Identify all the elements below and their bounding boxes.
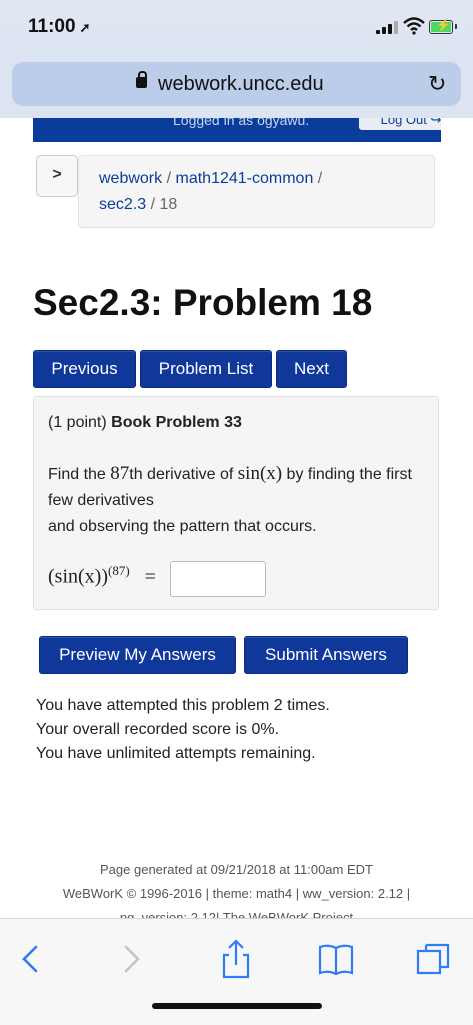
breadcrumb-set[interactable]: sec2.3	[99, 196, 146, 213]
problem-text: Find the 87th derivative of sin(x) by fi…	[48, 463, 412, 535]
problem-list-button[interactable]: Problem List	[140, 350, 272, 388]
page-title: Sec2.3: Problem 18	[33, 282, 373, 323]
problem-box: (1 point) Book Problem 33 Find the 87th …	[33, 396, 439, 610]
breadcrumb-course[interactable]: math1241-common	[176, 170, 314, 187]
problem-header: (1 point) Book Problem 33	[48, 414, 242, 431]
next-button[interactable]: Next	[276, 350, 347, 388]
browser-bar: webwork.uncc.edu ↻	[0, 52, 473, 118]
previous-button[interactable]: Previous	[33, 350, 136, 388]
forward-icon[interactable]	[110, 939, 150, 979]
battery-charging-icon: ⚡	[429, 18, 457, 34]
preview-answers-button[interactable]: Preview My Answers	[39, 636, 236, 674]
status-bar: 11:00 ➚ ⚡	[0, 0, 473, 52]
home-indicator	[152, 1003, 322, 1009]
signal-icon	[376, 20, 398, 34]
location-arrow-icon: ➚	[79, 20, 91, 35]
bookmarks-icon[interactable]	[316, 939, 356, 979]
url-text[interactable]: webwork.uncc.edu	[158, 73, 324, 96]
logged-in-text: Logged in as ogyawu.	[173, 118, 310, 128]
reload-icon[interactable]: ↻	[428, 71, 446, 97]
browser-toolbar	[0, 918, 473, 1025]
share-icon[interactable]	[216, 939, 256, 979]
submit-answers-button[interactable]: Submit Answers	[244, 636, 408, 674]
site-header: Logged in as ogyawu. Log Out ↪	[33, 118, 441, 142]
address-bar[interactable]: webwork.uncc.edu ↻	[12, 62, 461, 106]
lock-icon	[136, 71, 147, 88]
back-icon[interactable]	[12, 939, 52, 979]
breadcrumb-webwork[interactable]: webwork	[99, 170, 162, 187]
breadcrumb: webwork / math1241-common / sec2.3 / 18	[78, 155, 435, 228]
tabs-icon[interactable]	[414, 939, 454, 979]
attempt-messages: You have attempted this problem 2 times.…	[36, 697, 330, 762]
wifi-icon	[403, 17, 425, 35]
answer-equation: (sin(x))(87) =	[48, 563, 156, 588]
logout-button[interactable]: Log Out ↪	[359, 118, 441, 130]
status-time: 11:00 ➚	[28, 16, 91, 37]
breadcrumb-current: 18	[159, 196, 178, 213]
sidebar-toggle-button[interactable]: >	[36, 155, 78, 197]
answer-input[interactable]	[170, 561, 266, 597]
